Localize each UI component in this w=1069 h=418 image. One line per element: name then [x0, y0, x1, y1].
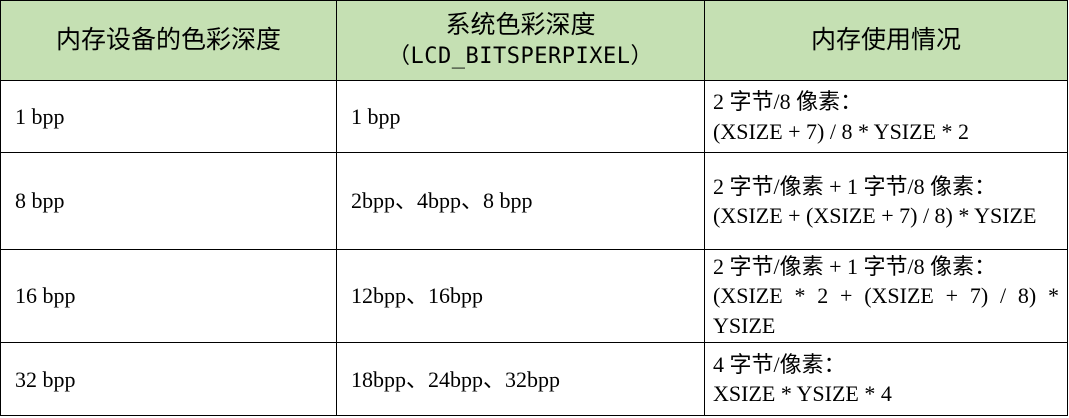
- cell-system-depth: 1 bpp: [336, 80, 705, 153]
- table-header: 内存设备的色彩深度 系统色彩深度 （LCD_BITSPERPIXEL） 内存使用…: [0, 0, 1068, 81]
- table-row: 8 bpp 2bpp、4bpp、8 bpp 2 字节/像素 + 1 字节/8 像…: [0, 152, 1068, 250]
- memory-usage-formula: (XSIZE * 2 + (XSIZE + 7) / 8) * YSIZE: [713, 283, 1059, 338]
- cell-device-depth: 32 bpp: [0, 342, 337, 417]
- cell-device-depth: 16 bpp: [0, 248, 337, 344]
- cell-system-depth: 18bpp、24bpp、32bpp: [336, 342, 705, 417]
- header-system-color-depth: 系统色彩深度 （LCD_BITSPERPIXEL）: [336, 0, 705, 81]
- header-memory-usage: 内存使用情况: [704, 0, 1068, 81]
- cell-memory-usage: 2 字节/像素 + 1 字节/8 像素： (XSIZE + (XSIZE + 7…: [704, 152, 1068, 250]
- memory-usage-formula: (XSIZE + (XSIZE + 7) / 8) * YSIZE: [713, 203, 1037, 228]
- header-device-color-depth: 内存设备的色彩深度: [0, 0, 337, 81]
- header-memory-usage-label: 内存使用情况: [810, 25, 961, 55]
- header-system-color-depth-label: 系统色彩深度: [445, 10, 596, 40]
- memory-device-color-depth-table: 内存设备的色彩深度 系统色彩深度 （LCD_BITSPERPIXEL） 内存使用…: [0, 0, 1068, 417]
- header-system-color-depth-macro: （LCD_BITSPERPIXEL）: [388, 43, 653, 69]
- cell-memory-usage: 4 字节/像素： XSIZE * YSIZE * 4: [704, 342, 1068, 417]
- memory-usage-unit: 2 字节/像素 + 1 字节/8 像素：: [713, 254, 997, 279]
- table-row: 16 bpp 12bpp、16bpp 2 字节/像素 + 1 字节/8 像素： …: [0, 248, 1068, 344]
- cell-system-depth: 2bpp、4bpp、8 bpp: [336, 152, 705, 250]
- table-row: 1 bpp 1 bpp 2 字节/8 像素： (XSIZE + 7) / 8 *…: [0, 80, 1068, 153]
- memory-usage-formula: (XSIZE + 7) / 8 * YSIZE * 2: [713, 118, 970, 144]
- table-row: 32 bpp 18bpp、24bpp、32bpp 4 字节/像素： XSIZE …: [0, 342, 1068, 417]
- cell-device-depth: 8 bpp: [0, 152, 337, 250]
- memory-usage-unit: 4 字节/像素：: [713, 351, 846, 377]
- cell-memory-usage: 2 字节/8 像素： (XSIZE + 7) / 8 * YSIZE * 2: [704, 80, 1068, 153]
- header-row: 内存设备的色彩深度 系统色彩深度 （LCD_BITSPERPIXEL） 内存使用…: [0, 0, 1068, 81]
- memory-usage-unit: 2 字节/像素 + 1 字节/8 像素：: [713, 173, 997, 199]
- table-body: 1 bpp 1 bpp 2 字节/8 像素： (XSIZE + 7) / 8 *…: [0, 80, 1068, 417]
- cell-memory-usage: 2 字节/像素 + 1 字节/8 像素： (XSIZE * 2 + (XSIZE…: [704, 248, 1068, 344]
- memory-usage-unit: 2 字节/8 像素：: [713, 89, 863, 115]
- cell-device-depth: 1 bpp: [0, 80, 337, 153]
- header-device-color-depth-label: 内存设备的色彩深度: [55, 25, 281, 55]
- cell-system-depth: 12bpp、16bpp: [336, 248, 705, 344]
- memory-usage-formula: XSIZE * YSIZE * 4: [713, 381, 892, 407]
